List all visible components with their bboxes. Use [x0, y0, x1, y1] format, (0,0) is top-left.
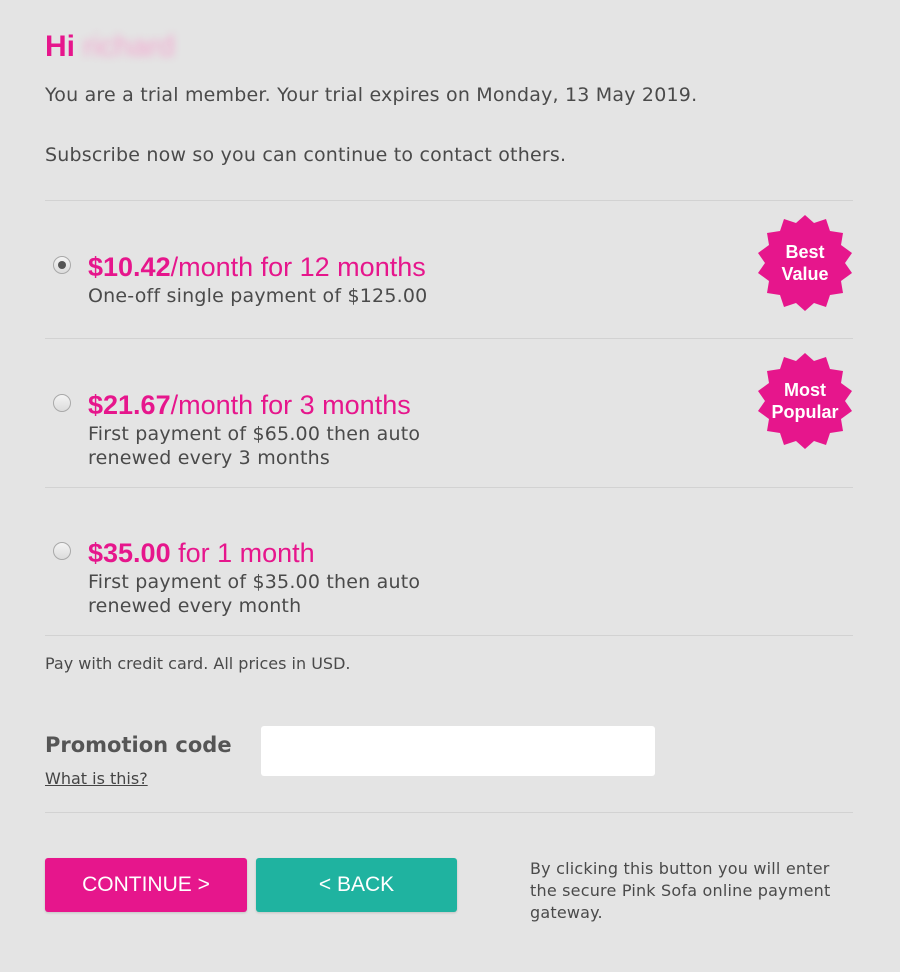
- greeting-prefix: Hi: [45, 30, 75, 63]
- plan-period: for 1 month: [170, 538, 315, 568]
- plan-period: /month for 12 months: [170, 252, 426, 282]
- plan-price: $21.67: [88, 390, 171, 420]
- trial-expiry-text: You are a trial member. Your trial expir…: [45, 84, 698, 106]
- badge-label: Most Popular: [771, 380, 839, 422]
- plan-period: /month for 3 months: [170, 390, 411, 420]
- divider: [45, 635, 853, 636]
- plan-radio-3-months[interactable]: [53, 394, 71, 412]
- what-is-this-link[interactable]: What is this?: [45, 769, 148, 788]
- plan-description: First payment of $35.00 then auto renewe…: [88, 571, 421, 617]
- best-value-badge: Best Value: [757, 215, 853, 311]
- plan-title-3-months: $21.67/month for 3 months: [88, 390, 411, 421]
- plan-option-1-month[interactable]: $35.00 for 1 month First payment of $35.…: [45, 487, 853, 635]
- username-blurred: richard: [83, 30, 175, 63]
- badge-label: Best Value: [781, 242, 829, 284]
- promotion-code-label: Promotion code: [45, 733, 232, 757]
- greeting-heading: Hi richard: [45, 30, 175, 64]
- plan-description: First payment of $65.00 then auto renewe…: [88, 423, 421, 469]
- plan-option-3-months[interactable]: $21.67/month for 3 months First payment …: [45, 338, 853, 487]
- secure-gateway-note: By clicking this button you will enter t…: [530, 859, 831, 922]
- plan-option-12-months[interactable]: $10.42/month for 12 months One-off singl…: [45, 200, 853, 338]
- plan-price: $35.00: [88, 538, 171, 568]
- subscribe-prompt-text: Subscribe now so you can continue to con…: [45, 144, 567, 166]
- promotion-code-input[interactable]: [261, 726, 655, 776]
- back-button[interactable]: < BACK: [256, 858, 457, 912]
- divider: [45, 812, 853, 813]
- plan-radio-1-month[interactable]: [53, 542, 71, 560]
- plan-radio-12-months[interactable]: [53, 256, 71, 274]
- plan-title-1-month: $35.00 for 1 month: [88, 538, 315, 569]
- plan-title-12-months: $10.42/month for 12 months: [88, 252, 426, 283]
- plan-description: One-off single payment of $125.00: [88, 285, 428, 307]
- most-popular-badge: Most Popular: [757, 353, 853, 449]
- plan-price: $10.42: [88, 252, 171, 282]
- continue-button[interactable]: CONTINUE >: [45, 858, 247, 912]
- payment-note: Pay with credit card. All prices in USD.: [45, 654, 351, 673]
